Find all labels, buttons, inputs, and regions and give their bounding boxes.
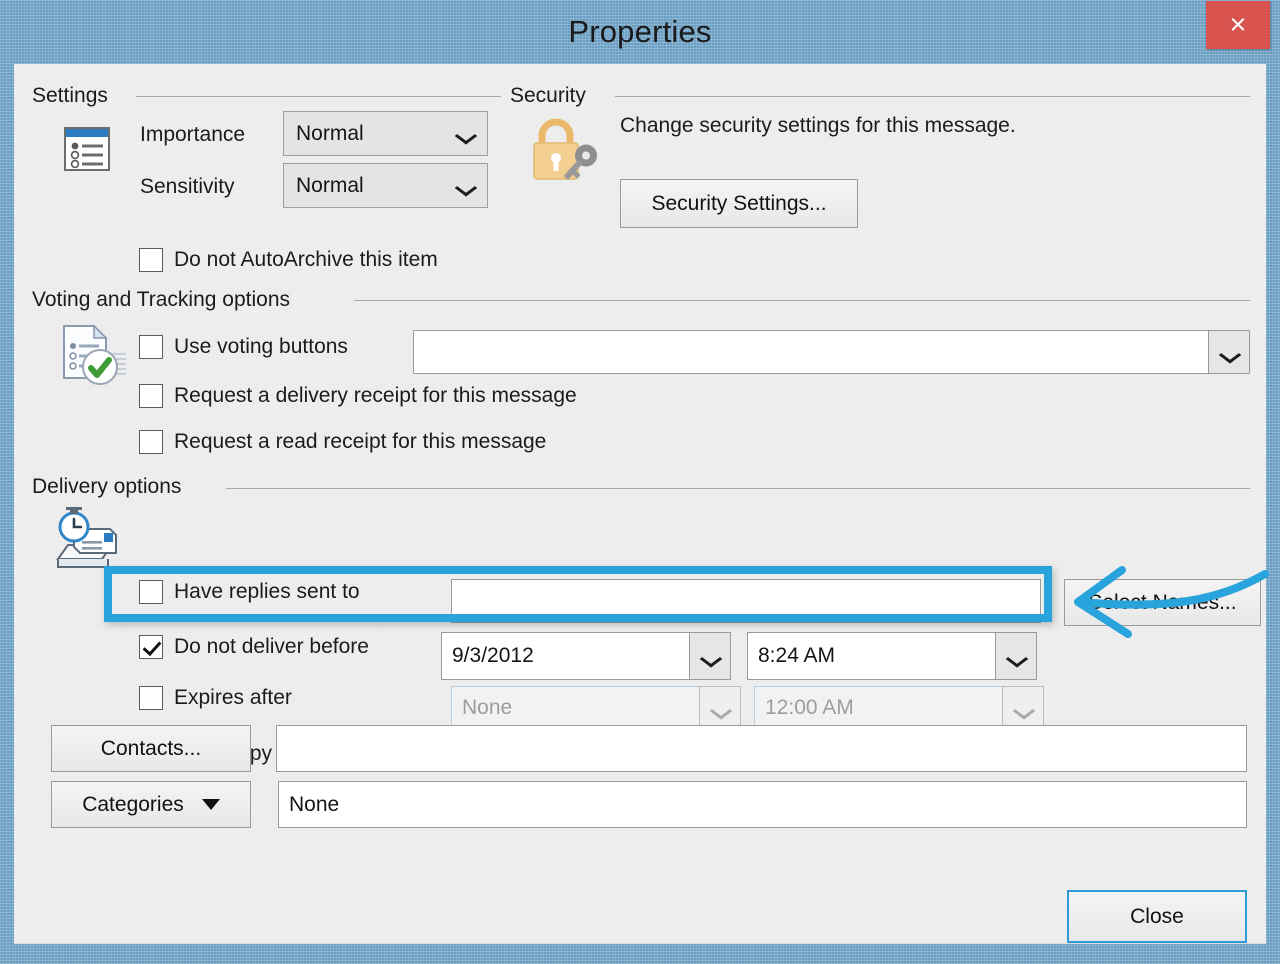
close-button[interactable]: Close bbox=[1067, 890, 1247, 943]
properties-dialog-window: Properties × Settings Importance Normal bbox=[0, 0, 1280, 964]
do-not-deliver-before-date-value: 9/3/2012 bbox=[441, 632, 689, 680]
settings-group-label: Settings bbox=[32, 84, 108, 108]
have-replies-sent-to-label: Have replies sent to bbox=[174, 580, 360, 604]
chevron-down-icon bbox=[1002, 686, 1044, 730]
do-not-deliver-before-checkbox[interactable] bbox=[139, 635, 163, 659]
do-not-deliver-before-checkbox-row[interactable]: Do not deliver before bbox=[139, 635, 369, 659]
read-receipt-label: Request a read receipt for this message bbox=[174, 430, 546, 454]
contacts-button[interactable]: Contacts... bbox=[51, 725, 251, 772]
expires-after-time-value: 12:00 AM bbox=[754, 686, 1002, 730]
voting-ballot-icon bbox=[56, 322, 132, 393]
sensitivity-dropdown[interactable]: Normal bbox=[283, 163, 488, 208]
select-names-button[interactable]: Select Names... bbox=[1064, 579, 1261, 626]
message-options-icon bbox=[58, 120, 116, 183]
have-replies-sent-to-checkbox-row[interactable]: Have replies sent to bbox=[139, 580, 360, 604]
voting-group-rule bbox=[354, 300, 1250, 301]
voting-group-label: Voting and Tracking options bbox=[32, 288, 290, 312]
importance-dropdown[interactable]: Normal bbox=[283, 111, 488, 156]
expires-after-checkbox[interactable] bbox=[139, 686, 163, 710]
chevron-down-icon bbox=[699, 686, 741, 730]
contacts-button-label: Contacts... bbox=[101, 737, 201, 761]
do-not-deliver-before-time-value: 8:24 AM bbox=[747, 632, 995, 680]
delivery-group-rule bbox=[226, 488, 1250, 489]
close-button-label: Close bbox=[1130, 905, 1184, 929]
use-voting-buttons-label: Use voting buttons bbox=[174, 335, 348, 359]
expires-after-date-value: None bbox=[451, 686, 699, 730]
importance-label: Importance bbox=[140, 123, 245, 147]
do-not-deliver-before-date-dropdown[interactable]: 9/3/2012 bbox=[441, 632, 731, 680]
security-settings-button[interactable]: Security Settings... bbox=[620, 179, 858, 228]
page-title: Properties bbox=[0, 0, 1280, 64]
importance-value: Normal bbox=[284, 122, 443, 146]
chevron-down-icon[interactable] bbox=[689, 632, 731, 680]
categories-button[interactable]: Categories bbox=[51, 781, 251, 828]
chevron-down-icon bbox=[443, 177, 487, 195]
expires-after-label: Expires after bbox=[174, 686, 292, 710]
do-not-autoarchive-checkbox-row[interactable]: Do not AutoArchive this item bbox=[139, 248, 438, 272]
stopwatch-mail-icon bbox=[52, 507, 136, 586]
dialog-content: Settings Importance Normal Sensitivity N… bbox=[14, 64, 1266, 944]
security-settings-button-label: Security Settings... bbox=[651, 192, 826, 216]
read-receipt-checkbox[interactable] bbox=[139, 430, 163, 454]
do-not-autoarchive-label: Do not AutoArchive this item bbox=[174, 248, 438, 272]
have-replies-sent-to-checkbox[interactable] bbox=[139, 580, 163, 604]
expires-after-date-dropdown: None bbox=[451, 686, 741, 730]
sensitivity-value: Normal bbox=[284, 174, 443, 198]
delivery-receipt-checkbox[interactable] bbox=[139, 384, 163, 408]
chevron-down-icon bbox=[202, 799, 220, 810]
chevron-down-icon[interactable] bbox=[1208, 330, 1250, 374]
settings-group-rule bbox=[136, 96, 501, 97]
select-names-button-label: Select Names... bbox=[1088, 591, 1236, 615]
expires-after-time-dropdown: 12:00 AM bbox=[754, 686, 1044, 730]
categories-input[interactable]: None bbox=[278, 781, 1247, 828]
voting-buttons-dropdown[interactable] bbox=[413, 330, 1250, 374]
delivery-receipt-label: Request a delivery receipt for this mess… bbox=[174, 384, 577, 408]
have-replies-sent-to-input[interactable] bbox=[451, 579, 1041, 623]
use-voting-buttons-checkbox[interactable] bbox=[139, 335, 163, 359]
security-description: Change security settings for this messag… bbox=[620, 114, 1016, 138]
chevron-down-icon[interactable] bbox=[995, 632, 1037, 680]
title-bar: Properties × bbox=[0, 0, 1280, 64]
categories-button-label: Categories bbox=[82, 793, 184, 817]
lock-and-key-icon bbox=[526, 114, 606, 191]
delivery-receipt-checkbox-row[interactable]: Request a delivery receipt for this mess… bbox=[139, 384, 577, 408]
contacts-input[interactable] bbox=[276, 725, 1247, 772]
voting-buttons-value bbox=[413, 330, 1208, 374]
use-voting-buttons-checkbox-row[interactable]: Use voting buttons bbox=[139, 335, 348, 359]
read-receipt-checkbox-row[interactable]: Request a read receipt for this message bbox=[139, 430, 546, 454]
security-group-label: Security bbox=[510, 84, 586, 108]
do-not-deliver-before-label: Do not deliver before bbox=[174, 635, 369, 659]
do-not-autoarchive-checkbox[interactable] bbox=[139, 248, 163, 272]
close-icon[interactable]: × bbox=[1206, 1, 1270, 49]
delivery-group-label: Delivery options bbox=[32, 475, 181, 499]
do-not-deliver-before-time-dropdown[interactable]: 8:24 AM bbox=[747, 632, 1037, 680]
chevron-down-icon bbox=[443, 125, 487, 143]
sensitivity-label: Sensitivity bbox=[140, 175, 235, 199]
security-group-rule bbox=[615, 96, 1250, 97]
expires-after-checkbox-row[interactable]: Expires after bbox=[139, 686, 292, 710]
